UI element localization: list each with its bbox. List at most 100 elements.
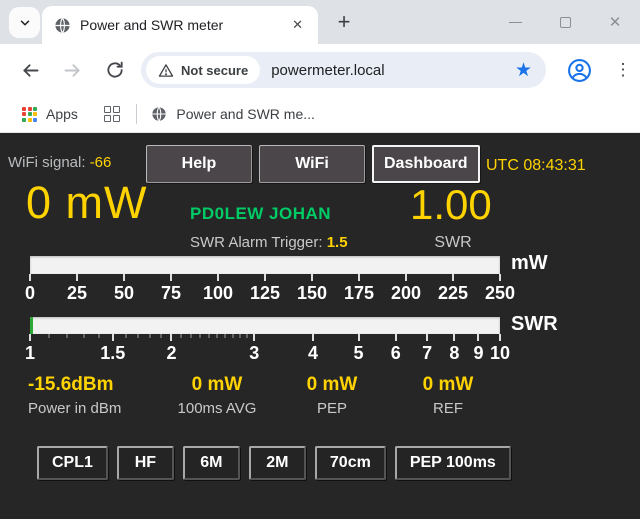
swr-meter-fill [30,317,33,334]
hf-button[interactable]: HF [117,446,174,480]
power-meter-scale: 0255075100125150175200225250 [30,274,500,306]
scale-tick [217,274,219,281]
scale-tick [311,274,313,281]
wifi-button[interactable]: WiFi [259,145,365,183]
help-button[interactable]: Help [146,145,252,183]
reading-value: 0 mW [152,374,282,396]
scale-tick [477,334,479,341]
scale-tick-label: 10 [490,343,510,364]
profile-button[interactable] [565,56,593,84]
tab-close-icon[interactable]: ✕ [287,15,308,35]
utc-clock: UTC 08:43:31 [486,157,586,175]
apps-shortcut[interactable]: Apps [22,106,78,122]
scale-tick-label: 5 [354,343,364,364]
pep-100ms-button[interactable]: PEP 100ms [395,446,511,480]
maximize-button[interactable] [540,0,590,44]
forward-button[interactable] [60,58,84,82]
scale-tick-label: 125 [250,283,280,304]
scale-tick-label: 8 [449,343,459,364]
browser-toolbar: Not secure powermeter.local ★ ⋮ [0,44,640,96]
nav-buttons: Help WiFi Dashboard [146,145,480,183]
reading-list-icon[interactable] [104,106,121,123]
scale-minor-tick [67,334,68,338]
reload-button[interactable] [103,58,127,82]
scale-tick [29,274,31,281]
swr-meter-scale: 11.52345678910 [30,334,500,366]
page-content: WiFi signal: -66 Help WiFi Dashboard UTC… [0,133,640,519]
swr-meter-unit: SWR [511,313,558,336]
menu-kebab-icon[interactable]: ⋮ [612,57,634,83]
power-meter-unit: mW [511,252,548,275]
70cm-button[interactable]: 70cm [315,446,386,480]
reading-label: Power in dBm [28,400,168,417]
dashboard-button[interactable]: Dashboard [372,145,480,183]
wifi-signal: WiFi signal: -66 [8,154,111,171]
2m-button[interactable]: 2M [249,446,306,480]
address-bar[interactable]: Not secure powermeter.local ★ [141,52,546,88]
scale-tick-label: 225 [438,283,468,304]
scale-minor-tick [49,334,50,338]
scale-tick [253,334,255,341]
maximize-icon [560,17,571,28]
scale-tick [170,274,172,281]
power-meter-bar [30,256,500,274]
scale-tick-label: 7 [422,343,432,364]
scale-minor-tick [225,334,226,338]
swr-reading-label: SWR [420,234,486,252]
apps-grid-icon [22,107,37,122]
scale-minor-tick [149,334,150,338]
back-arrow-icon [20,60,41,81]
scale-tick [499,334,501,341]
scale-tick [312,334,314,341]
scale-tick-label: 75 [161,283,181,304]
reading-value: -15.6dBm [28,374,168,396]
reading-pep: 0 mWPEP [267,374,397,417]
scale-minor-tick [190,334,191,338]
scale-tick-label: 9 [473,343,483,364]
minimize-button[interactable] [490,0,540,44]
window-close-icon: ✕ [609,15,622,30]
active-tab[interactable]: Power and SWR meter ✕ [42,6,318,44]
url-text: powermeter.local [271,62,515,79]
reading-ref: 0 mWREF [383,374,513,417]
reading-label: REF [383,400,513,417]
apps-label: Apps [46,106,78,122]
bookmarks-bar: Apps Power and SWR me... [0,96,640,133]
scale-tick-label: 100 [203,283,233,304]
scale-minor-tick [240,334,241,338]
scale-tick [112,334,114,341]
6m-button[interactable]: 6M [183,446,240,480]
new-tab-button[interactable]: + [330,8,358,36]
tab-search-button[interactable] [9,7,40,38]
window-close-button[interactable]: ✕ [590,0,640,44]
tab-strip: Power and SWR meter ✕ + ✕ [0,0,640,44]
swr-meter-bar [30,317,500,334]
reading-label: 100ms AVG [152,400,282,417]
scale-tick [452,274,454,281]
cpl1-button[interactable]: CPL1 [37,446,108,480]
scale-tick [123,274,125,281]
scale-tick-label: 50 [114,283,134,304]
scale-minor-tick [208,334,209,338]
scale-minor-tick [247,334,248,338]
reading-value: 0 mW [267,374,397,396]
callsign: PD0LEW JOHAN [190,204,331,224]
scale-minor-tick [232,334,233,338]
wifi-signal-label: WiFi signal: [8,154,90,171]
globe-favicon-icon [54,17,71,34]
security-chip[interactable]: Not secure [146,56,260,84]
globe-bookmark-icon [151,106,167,122]
window-controls: ✕ [490,0,640,44]
back-button[interactable] [18,58,42,82]
scale-tick [453,334,455,341]
scale-tick [358,274,360,281]
bookmark-star-icon[interactable]: ★ [515,59,532,82]
scale-tick [358,334,360,341]
scale-minor-tick [125,334,126,338]
bookmark-item[interactable]: Power and SWR me... [151,106,315,122]
scale-minor-tick [98,334,99,338]
scale-tick-label: 6 [391,343,401,364]
scale-tick [264,274,266,281]
scale-tick-label: 150 [297,283,327,304]
scale-tick-label: 200 [391,283,421,304]
